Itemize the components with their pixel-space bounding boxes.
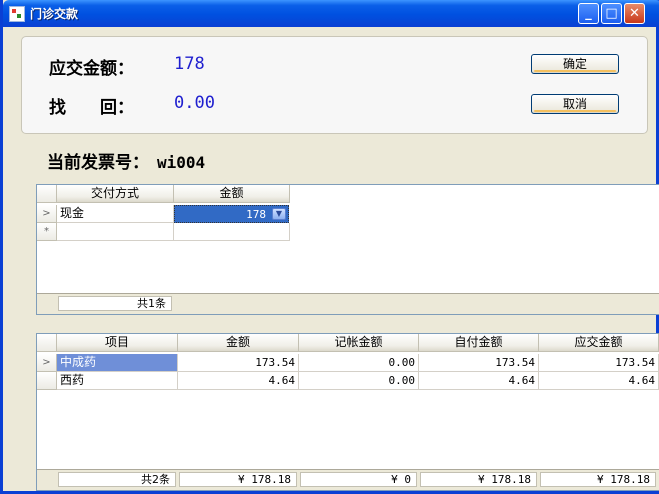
app-icon — [9, 6, 25, 22]
fee-items-grid[interactable]: 项目 金额 记帐金额 自付金额 应交金额 > 中成药 173.54 0.00 1… — [36, 333, 659, 491]
total-amount: ¥ 178.18 — [179, 472, 297, 487]
payment-method-cell[interactable]: 现金 — [57, 205, 174, 223]
item-self-pay-cell[interactable]: 4.64 — [419, 372, 539, 390]
row-header[interactable] — [37, 372, 57, 390]
column-header-amount[interactable]: 金额 — [174, 185, 290, 203]
item-name-cell[interactable]: 中成药 — [57, 354, 178, 372]
item-amount-cell[interactable]: 173.54 — [178, 354, 299, 372]
cancel-button[interactable]: 取消 — [531, 94, 619, 114]
payment-method-grid[interactable]: 交付方式 金额 > 现金 178 ▼ * 共1条 — [36, 184, 659, 315]
invoice-number: 当前发票号： wi004 — [47, 148, 205, 173]
new-row-amount-cell[interactable] — [174, 223, 290, 241]
amount-due-label: 应交金额： — [49, 59, 134, 79]
total-due: ¥ 178.18 — [540, 472, 656, 487]
maximize-button[interactable]: □ — [601, 3, 622, 24]
item-amount-cell[interactable]: 4.64 — [178, 372, 299, 390]
confirm-button[interactable]: 确定 — [531, 54, 619, 74]
items-row-count: 共2条 — [58, 472, 176, 487]
total-charged: ¥ 0 — [300, 472, 417, 487]
row-header-corner — [37, 334, 57, 352]
amount-due-value: 178 — [174, 54, 205, 74]
column-header-method[interactable]: 交付方式 — [57, 185, 174, 203]
row-indicator[interactable]: > — [37, 354, 57, 372]
change-label: 找 回： — [49, 98, 134, 118]
close-icon: ✕ — [629, 6, 640, 21]
column-header-amount[interactable]: 金额 — [178, 334, 299, 352]
minimize-icon: _ — [585, 6, 592, 21]
column-header-self-pay[interactable]: 自付金额 — [419, 334, 539, 352]
payment-summary-panel: 应交金额： 178 找 回： 0.00 确定 取消 — [21, 36, 648, 134]
new-row-indicator[interactable]: * — [37, 223, 57, 241]
column-header-charged[interactable]: 记帐金额 — [299, 334, 419, 352]
row-header-corner — [37, 185, 57, 203]
minimize-button[interactable]: _ — [578, 3, 599, 24]
window-title: 门诊交款 — [30, 7, 79, 21]
column-header-due[interactable]: 应交金额 — [539, 334, 659, 352]
row-indicator[interactable]: > — [37, 205, 57, 223]
payment-row-count: 共1条 — [58, 296, 172, 311]
new-row-method-cell[interactable] — [57, 223, 174, 241]
item-self-pay-cell[interactable]: 173.54 — [419, 354, 539, 372]
maximize-icon: □ — [605, 6, 618, 21]
payment-grid-footer: 共1条 — [37, 293, 659, 314]
invoice-value: wi004 — [157, 153, 206, 172]
item-due-cell[interactable]: 4.64 — [539, 372, 659, 390]
item-due-cell[interactable]: 173.54 — [539, 354, 659, 372]
chevron-down-icon[interactable]: ▼ — [272, 208, 286, 220]
item-charged-cell[interactable]: 0.00 — [299, 354, 419, 372]
items-grid-footer: 共2条 ¥ 178.18 ¥ 0 ¥ 178.18 ¥ 178.18 — [37, 469, 659, 490]
close-button[interactable]: ✕ — [624, 3, 645, 24]
column-header-item[interactable]: 项目 — [57, 334, 178, 352]
invoice-label: 当前发票号： — [47, 153, 149, 173]
change-value: 0.00 — [174, 93, 215, 113]
item-name-cell[interactable]: 西药 — [57, 372, 178, 390]
payment-window: 门诊交款 _ □ ✕ 应交金额： 178 找 回： 0.00 确定 取消 当前发… — [0, 0, 659, 494]
total-self-pay: ¥ 178.18 — [420, 472, 537, 487]
title-bar[interactable]: 门诊交款 _ □ ✕ — [3, 0, 659, 27]
item-charged-cell[interactable]: 0.00 — [299, 372, 419, 390]
payment-amount-value: 178 — [246, 208, 266, 221]
payment-amount-dropdown[interactable]: 178 ▼ — [174, 205, 289, 223]
